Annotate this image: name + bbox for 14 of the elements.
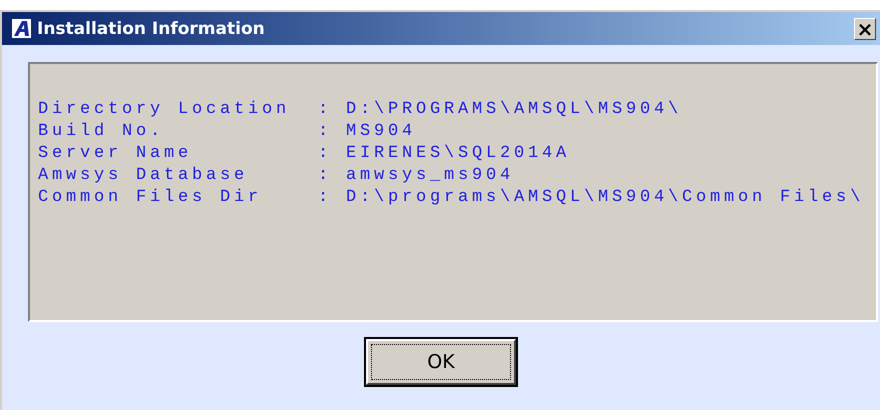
- info-value: : D:\programs\AMSQL\MS904\Common Files\: [318, 188, 866, 209]
- info-label: Directory Location: [38, 100, 292, 121]
- app-logo-icon: [12, 19, 31, 38]
- info-value: : MS904: [318, 122, 418, 143]
- window-title: Installation Information: [37, 18, 266, 38]
- ok-button[interactable]: OK: [366, 339, 516, 385]
- info-label: Build No.: [38, 122, 166, 143]
- info-value: : D:\PROGRAMS\AMSQL\MS904\: [318, 100, 684, 121]
- info-label: Amwsys Database: [38, 166, 250, 187]
- close-button[interactable]: ×: [854, 18, 876, 40]
- info-value: : EIRENES\SQL2014A: [318, 144, 572, 165]
- info-label: Server Name: [38, 144, 194, 165]
- info-value: : amwsys_ms904: [318, 166, 516, 187]
- info-label: Common Files Dir: [38, 188, 264, 209]
